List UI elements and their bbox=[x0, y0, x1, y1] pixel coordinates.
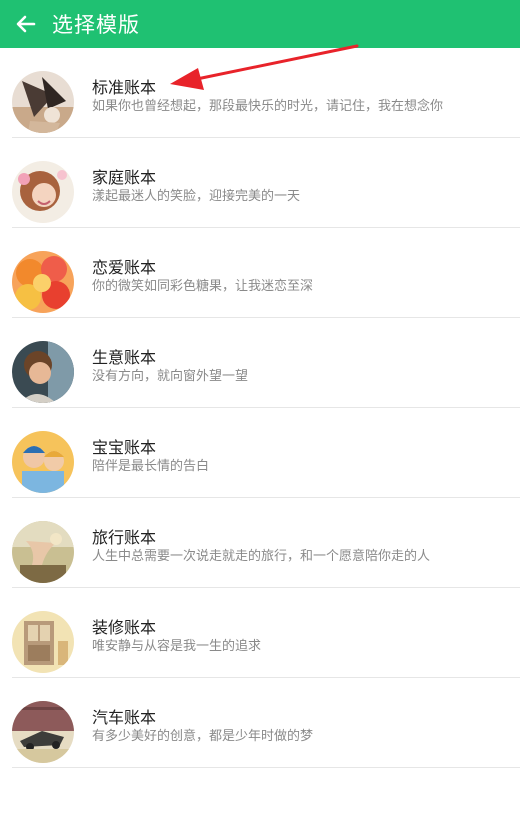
back-button[interactable] bbox=[0, 0, 52, 48]
template-desc: 有多少美好的创意，都是少年时做的梦 bbox=[92, 729, 314, 744]
template-avatar-car bbox=[12, 701, 74, 763]
template-title: 汽车账本 bbox=[92, 708, 157, 727]
template-item-business[interactable]: 生意账本 没有方向，就向窗外望一望 bbox=[0, 318, 520, 408]
template-avatar-standard bbox=[12, 71, 74, 133]
arrow-left-icon bbox=[16, 15, 36, 33]
template-desc: 陪伴是最长情的告白 bbox=[92, 459, 210, 474]
template-title: 宝宝账本 bbox=[92, 438, 157, 457]
template-title: 家庭账本 bbox=[92, 168, 157, 187]
template-title: 标准账本 bbox=[92, 78, 157, 97]
template-desc: 如果你也曾经想起，那段最快乐的时光，请记住，我在想念你 bbox=[92, 99, 444, 114]
template-avatar-decoration bbox=[12, 611, 74, 673]
template-desc: 漾起最迷人的笑脸，迎接完美的一天 bbox=[92, 189, 301, 204]
template-title: 恋爱账本 bbox=[92, 258, 157, 277]
template-title: 旅行账本 bbox=[92, 528, 157, 547]
template-title: 装修账本 bbox=[92, 618, 157, 637]
template-item-love[interactable]: 恋爱账本 你的微笑如同彩色糖果，让我迷恋至深 bbox=[0, 228, 520, 318]
app-header: 选择模版 bbox=[0, 0, 520, 48]
template-avatar-business bbox=[12, 341, 74, 403]
divider bbox=[12, 767, 520, 768]
template-item-family[interactable]: 家庭账本 漾起最迷人的笑脸，迎接完美的一天 bbox=[0, 138, 520, 228]
template-item-decoration[interactable]: 装修账本 唯安静与从容是我一生的追求 bbox=[0, 588, 520, 678]
page-title: 选择模版 bbox=[52, 13, 140, 37]
template-desc: 你的微笑如同彩色糖果，让我迷恋至深 bbox=[92, 279, 314, 294]
template-avatar-baby bbox=[12, 431, 74, 493]
template-avatar-travel bbox=[12, 521, 74, 583]
template-avatar-love bbox=[12, 251, 74, 313]
template-avatar-family bbox=[12, 161, 74, 223]
template-list: 标准账本 如果你也曾经想起，那段最快乐的时光，请记住，我在想念你 家庭账本 漾起… bbox=[0, 48, 520, 768]
template-desc: 唯安静与从容是我一生的追求 bbox=[92, 639, 262, 654]
template-item-standard[interactable]: 标准账本 如果你也曾经想起，那段最快乐的时光，请记住，我在想念你 bbox=[0, 48, 520, 138]
template-item-baby[interactable]: 宝宝账本 陪伴是最长情的告白 bbox=[0, 408, 520, 498]
template-desc: 人生中总需要一次说走就走的旅行，和一个愿意陪你走的人 bbox=[92, 549, 431, 564]
template-desc: 没有方向，就向窗外望一望 bbox=[92, 369, 249, 384]
template-item-car[interactable]: 汽车账本 有多少美好的创意，都是少年时做的梦 bbox=[0, 678, 520, 768]
template-item-travel[interactable]: 旅行账本 人生中总需要一次说走就走的旅行，和一个愿意陪你走的人 bbox=[0, 498, 520, 588]
template-title: 生意账本 bbox=[92, 348, 157, 367]
